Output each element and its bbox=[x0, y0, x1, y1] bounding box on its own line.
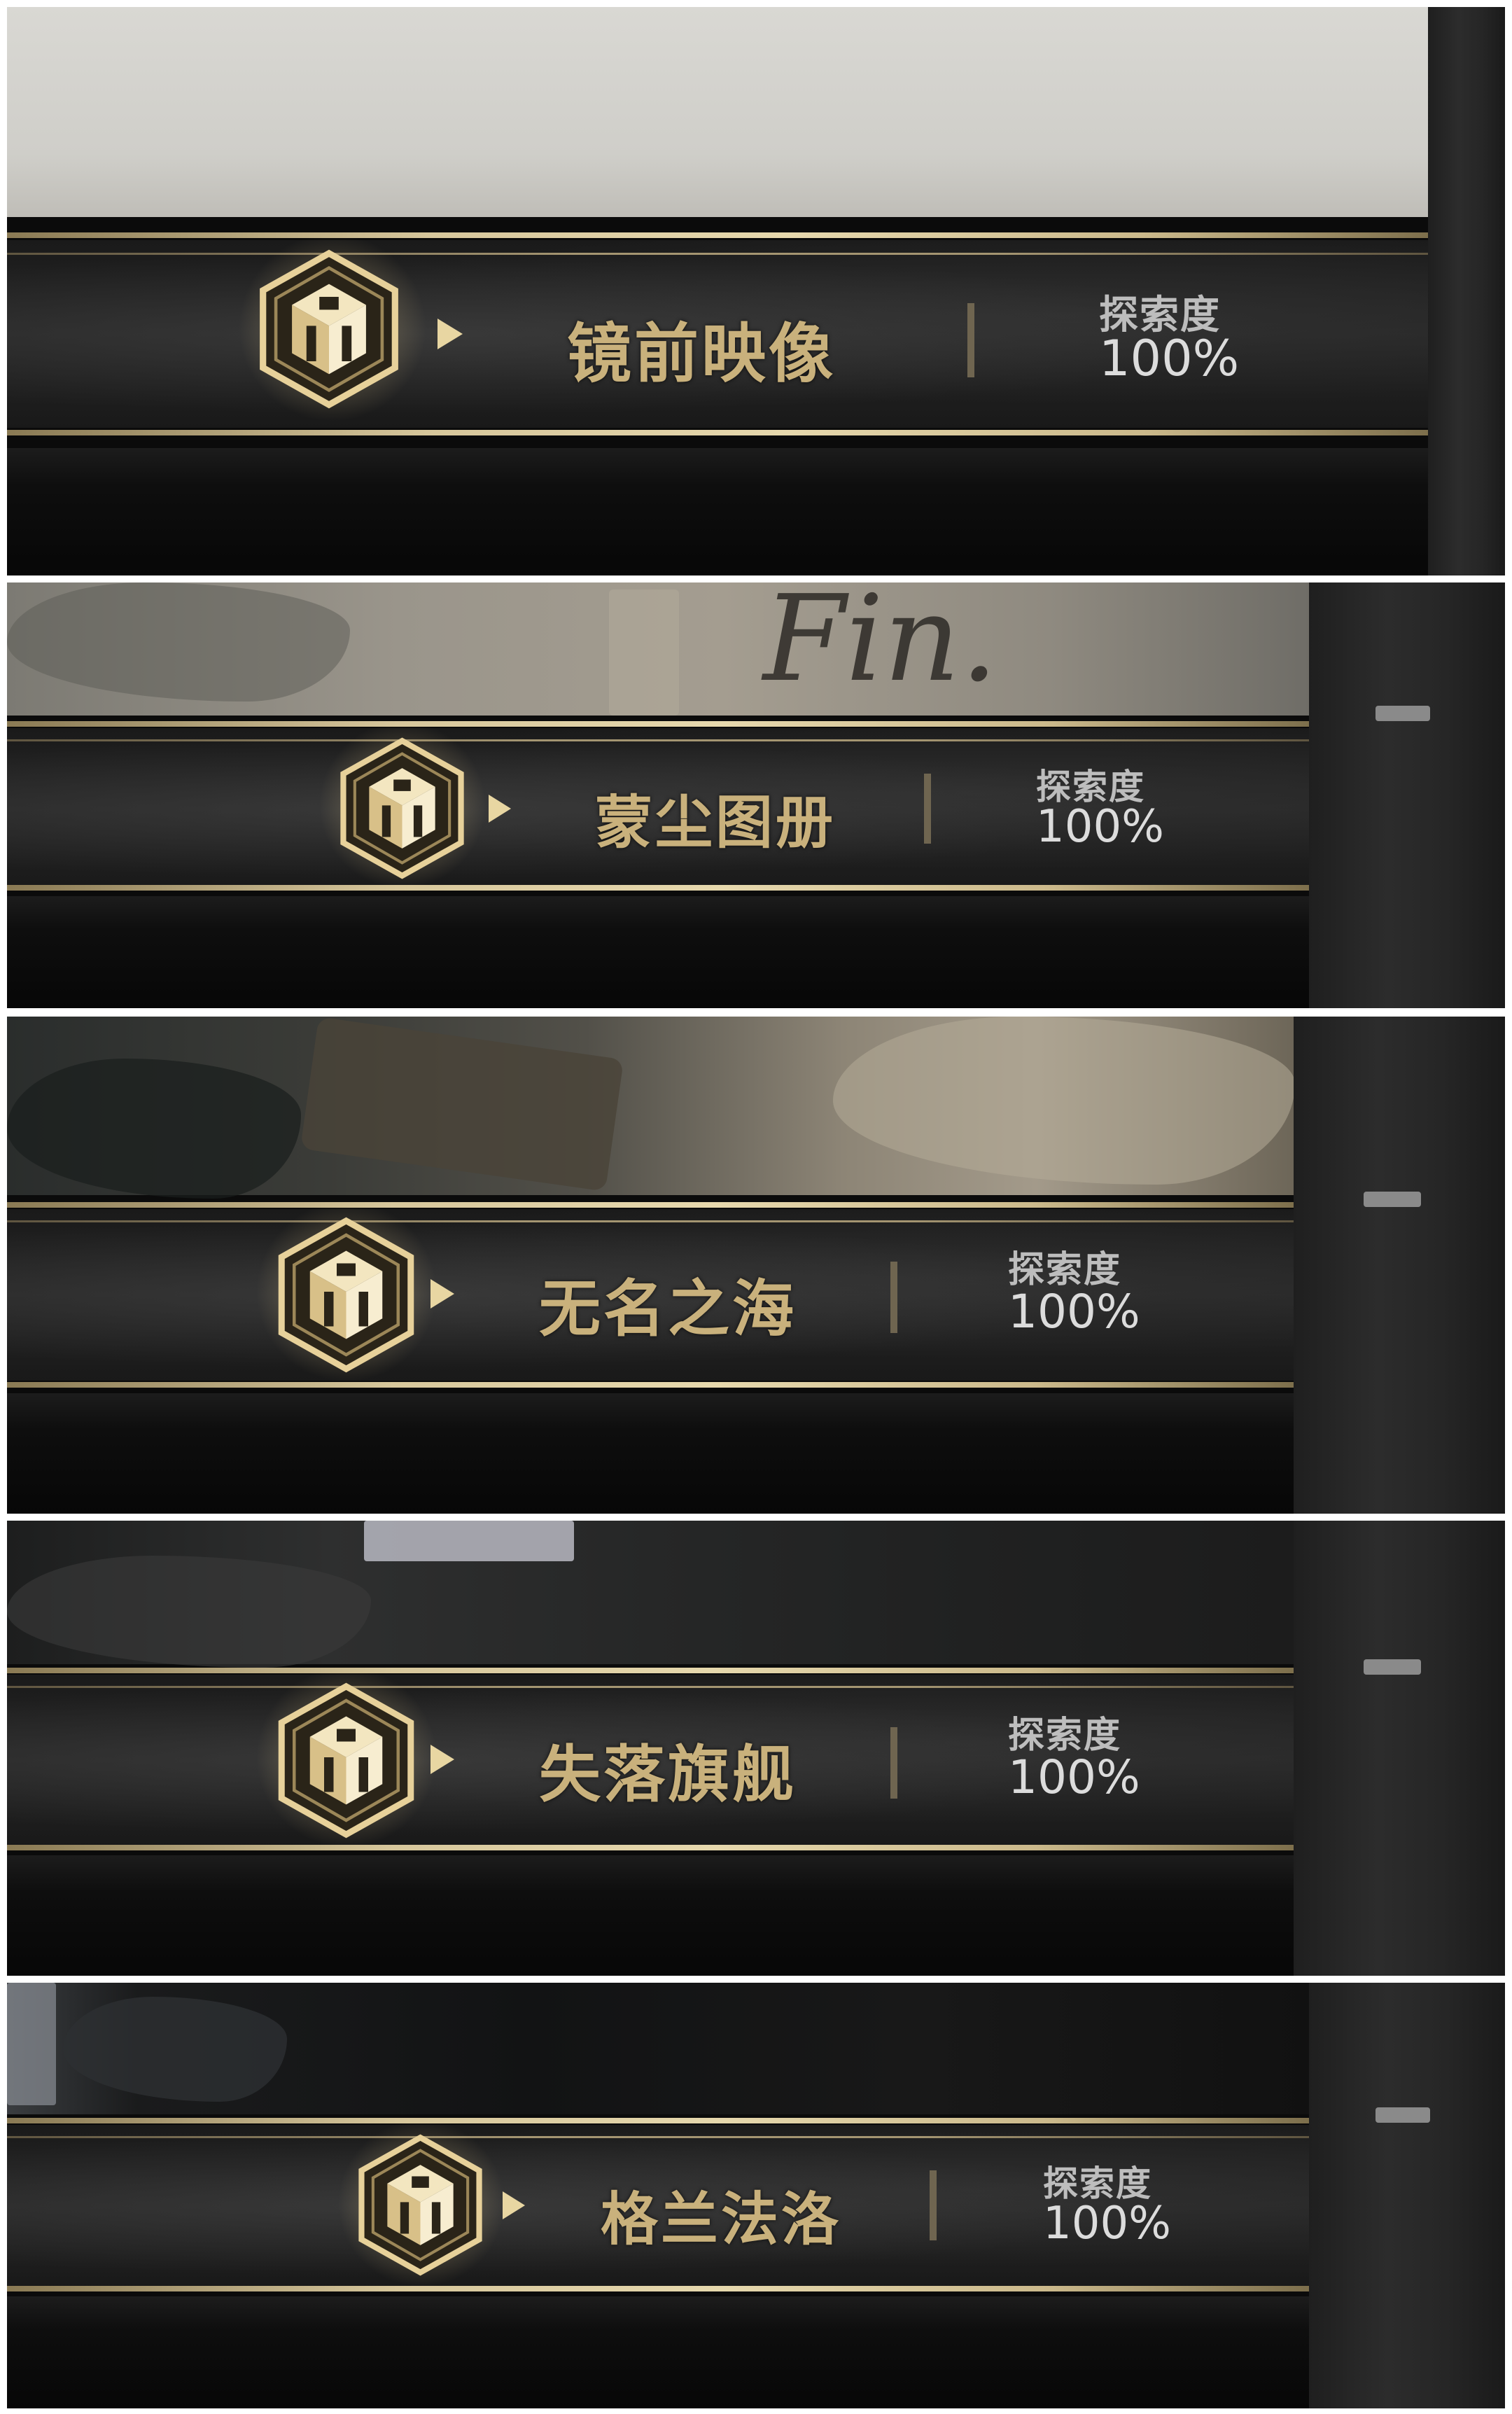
scene-shape bbox=[833, 1017, 1295, 1185]
region-panel-5: 格兰法洛 探索度 100% bbox=[7, 1983, 1505, 2408]
scene-background bbox=[7, 1017, 1295, 1199]
region-panel-3: 无名之海 探索度 100% bbox=[7, 1017, 1505, 1514]
banner-top-gold-line bbox=[7, 1668, 1294, 1673]
scene-background bbox=[7, 1521, 1294, 1668]
panel-lower-area bbox=[7, 896, 1309, 1008]
exploration-value: 100% bbox=[1043, 2198, 1171, 2249]
banner-bottom-gold-line bbox=[7, 1382, 1294, 1388]
scrollbar-track[interactable] bbox=[1294, 1017, 1505, 1514]
scrollbar-track[interactable] bbox=[1428, 7, 1505, 575]
region-panel-2: Fin. 蒙尘图册 探索度 100% bbox=[7, 582, 1505, 1008]
exploration-value: 100% bbox=[1008, 1750, 1140, 1804]
scrollbar-thumb[interactable] bbox=[1376, 706, 1430, 721]
panel-lower-area bbox=[7, 448, 1428, 575]
banner-bottom-gold-line bbox=[7, 1845, 1294, 1850]
scene-shape bbox=[300, 1017, 624, 1192]
exploration-value: 100% bbox=[1036, 801, 1164, 853]
banner-inner-line bbox=[7, 2136, 1309, 2138]
region-panel-1: 镜前映像 探索度 100% bbox=[7, 7, 1505, 575]
scene-shape bbox=[7, 582, 350, 702]
region-name: 格兰法洛 bbox=[601, 2186, 842, 2253]
cube-hexagon-icon bbox=[278, 1682, 414, 1839]
banner-divider bbox=[924, 774, 931, 844]
play-arrow-icon bbox=[430, 1279, 454, 1309]
background-script-text: Fin. bbox=[763, 582, 998, 709]
play-arrow-icon bbox=[489, 795, 511, 823]
region-name: 镜前映像 bbox=[567, 316, 836, 391]
scene-shape bbox=[609, 589, 679, 716]
scrollbar-thumb[interactable] bbox=[1364, 1192, 1421, 1207]
scene-shape bbox=[7, 1059, 301, 1199]
panel-lower-area bbox=[7, 2296, 1309, 2408]
region-banner[interactable]: 蒙尘图册 探索度 100% bbox=[7, 721, 1309, 891]
scrollbar-track[interactable] bbox=[1294, 1521, 1505, 1976]
cube-hexagon-icon bbox=[278, 1217, 414, 1373]
play-arrow-icon bbox=[438, 319, 463, 349]
cube-hexagon-icon bbox=[260, 249, 398, 409]
scene-background bbox=[7, 7, 1428, 217]
cube-hexagon-icon bbox=[358, 2134, 482, 2276]
scrollbar-thumb[interactable] bbox=[1364, 1659, 1421, 1675]
region-banner[interactable]: 镜前映像 探索度 100% bbox=[7, 233, 1428, 428]
panel-lower-area bbox=[7, 1393, 1294, 1514]
banner-top-gold-line bbox=[7, 1202, 1294, 1208]
play-arrow-icon bbox=[503, 2191, 525, 2219]
scene-background bbox=[7, 1983, 1309, 2114]
region-banner[interactable]: 格兰法洛 探索度 100% bbox=[7, 2119, 1309, 2287]
banner-inner-line bbox=[7, 1220, 1294, 1222]
region-banner[interactable]: 无名之海 探索度 100% bbox=[7, 1201, 1294, 1383]
exploration-value: 100% bbox=[1008, 1285, 1140, 1339]
cube-hexagon-icon bbox=[340, 737, 464, 879]
region-name: 失落旗舰 bbox=[539, 1738, 797, 1810]
panel-lower-area bbox=[7, 1855, 1294, 1976]
banner-divider bbox=[890, 1262, 897, 1333]
banner-inner-line bbox=[7, 253, 1428, 255]
scene-shape bbox=[63, 1997, 287, 2102]
banner-bottom-gold-line bbox=[7, 430, 1428, 435]
banner-inner-line bbox=[7, 739, 1309, 741]
scrollbar-track[interactable] bbox=[1309, 582, 1505, 1008]
region-banner[interactable]: 失落旗舰 探索度 100% bbox=[7, 1666, 1294, 1848]
scrollbar-thumb[interactable] bbox=[1376, 2107, 1430, 2123]
banner-divider bbox=[890, 1727, 897, 1799]
region-panel-4: 失落旗舰 探索度 100% bbox=[7, 1521, 1505, 1976]
scrollbar-track[interactable] bbox=[1309, 1983, 1505, 2408]
banner-divider bbox=[930, 2170, 937, 2240]
exploration-value: 100% bbox=[1099, 330, 1240, 387]
banner-inner-line bbox=[7, 1686, 1294, 1688]
play-arrow-icon bbox=[430, 1745, 454, 1774]
banner-top-gold-line bbox=[7, 2118, 1309, 2123]
banner-divider bbox=[967, 303, 974, 377]
scene-shape bbox=[7, 1983, 56, 2105]
region-name: 无名之海 bbox=[539, 1273, 797, 1345]
banner-bottom-gold-line bbox=[7, 2286, 1309, 2291]
banner-top-gold-line bbox=[7, 232, 1428, 238]
banner-top-gold-line bbox=[7, 721, 1309, 727]
scene-shape bbox=[364, 1521, 574, 1561]
region-name: 蒙尘图册 bbox=[595, 790, 836, 856]
scene-shape bbox=[7, 1556, 371, 1668]
scene-background: Fin. bbox=[7, 582, 1309, 716]
banner-bottom-gold-line bbox=[7, 885, 1309, 891]
